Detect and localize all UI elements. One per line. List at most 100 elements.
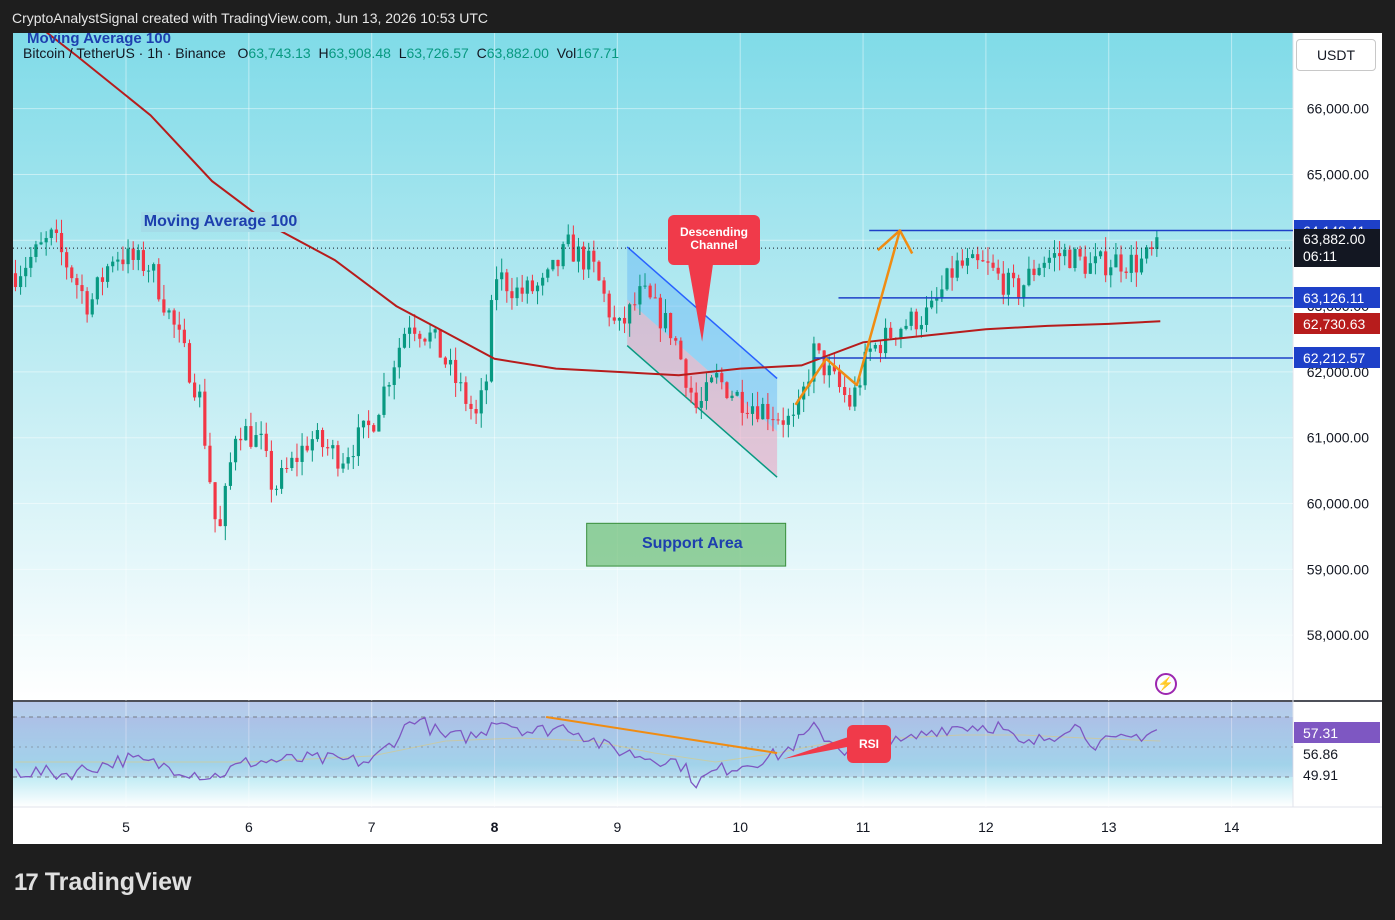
- candle-body: [402, 333, 407, 348]
- candle-body: [878, 344, 883, 354]
- candle-body: [172, 310, 176, 325]
- candle-body: [510, 291, 514, 299]
- candle-body: [694, 392, 698, 408]
- candle-body: [259, 433, 263, 436]
- candle-body: [136, 250, 140, 260]
- candle-body: [750, 406, 755, 414]
- candle-body: [919, 324, 923, 330]
- high-label: H: [318, 45, 329, 61]
- candle-body: [971, 254, 975, 259]
- candle-body: [233, 438, 238, 463]
- time-axis-tick-label: 7: [368, 819, 376, 835]
- candle-body: [643, 285, 647, 287]
- candle-body: [525, 280, 529, 294]
- candle-body: [622, 317, 627, 324]
- rsi-callout[interactable]: RSI: [847, 725, 891, 763]
- currency-button[interactable]: USDT: [1296, 39, 1376, 71]
- candle-body: [1058, 253, 1062, 257]
- candle-body: [991, 262, 995, 268]
- candle-body: [448, 359, 453, 365]
- ohlc-legend[interactable]: Bitcoin / TetherUS · 1h · Binance O63,74…: [23, 45, 619, 61]
- candle-body: [617, 317, 622, 321]
- candle-body: [39, 242, 43, 245]
- candle-body: [187, 343, 192, 383]
- tradingview-logo-icon: 17: [14, 868, 39, 896]
- candle-body: [223, 485, 227, 527]
- candle-body: [704, 382, 709, 401]
- candle-body: [965, 258, 970, 266]
- candle-body: [218, 519, 222, 527]
- candle-body: [781, 420, 785, 425]
- candle-body: [986, 261, 990, 263]
- candle-body: [1104, 251, 1108, 276]
- candle-body: [208, 445, 212, 483]
- candle-body: [1078, 248, 1082, 257]
- candle-body: [776, 419, 780, 421]
- candle-body: [1011, 272, 1016, 279]
- candle-body: [843, 387, 847, 396]
- candle-body: [858, 385, 862, 388]
- ma-annotation-label[interactable]: Moving Average 100: [140, 211, 301, 232]
- chart-svg[interactable]: 58,000.0059,000.0060,000.0061,000.0062,0…: [13, 33, 1382, 844]
- candle-body: [203, 391, 207, 446]
- candle-body: [65, 252, 69, 268]
- candle-body: [193, 382, 197, 398]
- candle-body: [377, 414, 381, 432]
- candle-body: [725, 382, 729, 399]
- candle-body: [699, 400, 703, 408]
- support-area-label[interactable]: Support Area: [642, 535, 743, 553]
- candle-body: [1047, 257, 1051, 263]
- candle-body: [100, 277, 105, 282]
- high-value: 63,908.48: [328, 45, 391, 61]
- candle-body: [438, 329, 442, 358]
- candle-body: [505, 272, 509, 292]
- candle-body: [837, 371, 842, 388]
- price-axis-tick-label: 58,000.00: [1307, 627, 1369, 643]
- candle-body: [18, 276, 23, 288]
- candle-body: [709, 377, 714, 383]
- candle-body: [1088, 263, 1092, 274]
- candle-body: [141, 250, 146, 271]
- candle-body: [1155, 237, 1159, 249]
- candle-body: [44, 237, 48, 243]
- volume-label: Vol: [556, 45, 577, 61]
- candle-body: [249, 426, 253, 447]
- candle-body: [679, 340, 683, 360]
- chart-attribution: CryptoAnalystSignal created with Trading…: [12, 10, 488, 26]
- candle-body: [996, 267, 1000, 274]
- price-axis-tick-label: 65,000.00: [1307, 166, 1369, 182]
- tradingview-logo[interactable]: 17 TradingView: [14, 868, 192, 897]
- candle-body: [1042, 262, 1046, 268]
- descending-channel-callout[interactable]: Descending Channel: [668, 215, 760, 265]
- candle-body: [848, 395, 852, 407]
- lightning-icon[interactable]: ⚡: [1155, 673, 1177, 695]
- candle-body: [914, 311, 918, 330]
- candle-body: [745, 412, 749, 414]
- candle-body: [715, 373, 719, 378]
- time-axis-tick-label: 5: [122, 819, 130, 835]
- candle-body: [628, 304, 632, 324]
- price-axis-tick-label: 61,000.00: [1307, 430, 1369, 446]
- time-axis-tick-label: 6: [245, 819, 253, 835]
- candle-body: [1073, 248, 1077, 269]
- candle-body: [428, 332, 432, 342]
- candle-body: [131, 248, 135, 260]
- candle-body: [873, 344, 877, 349]
- candle-body: [674, 338, 678, 341]
- candle-body: [479, 390, 483, 414]
- level-low-price-tag: 62,212.57: [1294, 347, 1380, 369]
- candle-body: [607, 293, 611, 318]
- time-axis-tick-label: 9: [613, 819, 621, 835]
- candle-body: [924, 307, 929, 325]
- candle-body: [612, 317, 616, 321]
- candle-body: [407, 327, 412, 334]
- candle-body: [551, 259, 555, 270]
- low-value: 63,726.57: [406, 45, 469, 61]
- time-axis-tick-label: 10: [732, 819, 748, 835]
- chart-canvas[interactable]: 58,000.00 59,000.00 60,000.00 61,000.00 62,0…: [13, 33, 1382, 844]
- candle-body: [853, 387, 857, 407]
- candle-body: [950, 268, 954, 278]
- candle-body: [1129, 254, 1133, 273]
- candle-body: [167, 310, 171, 313]
- candle-body: [648, 285, 652, 298]
